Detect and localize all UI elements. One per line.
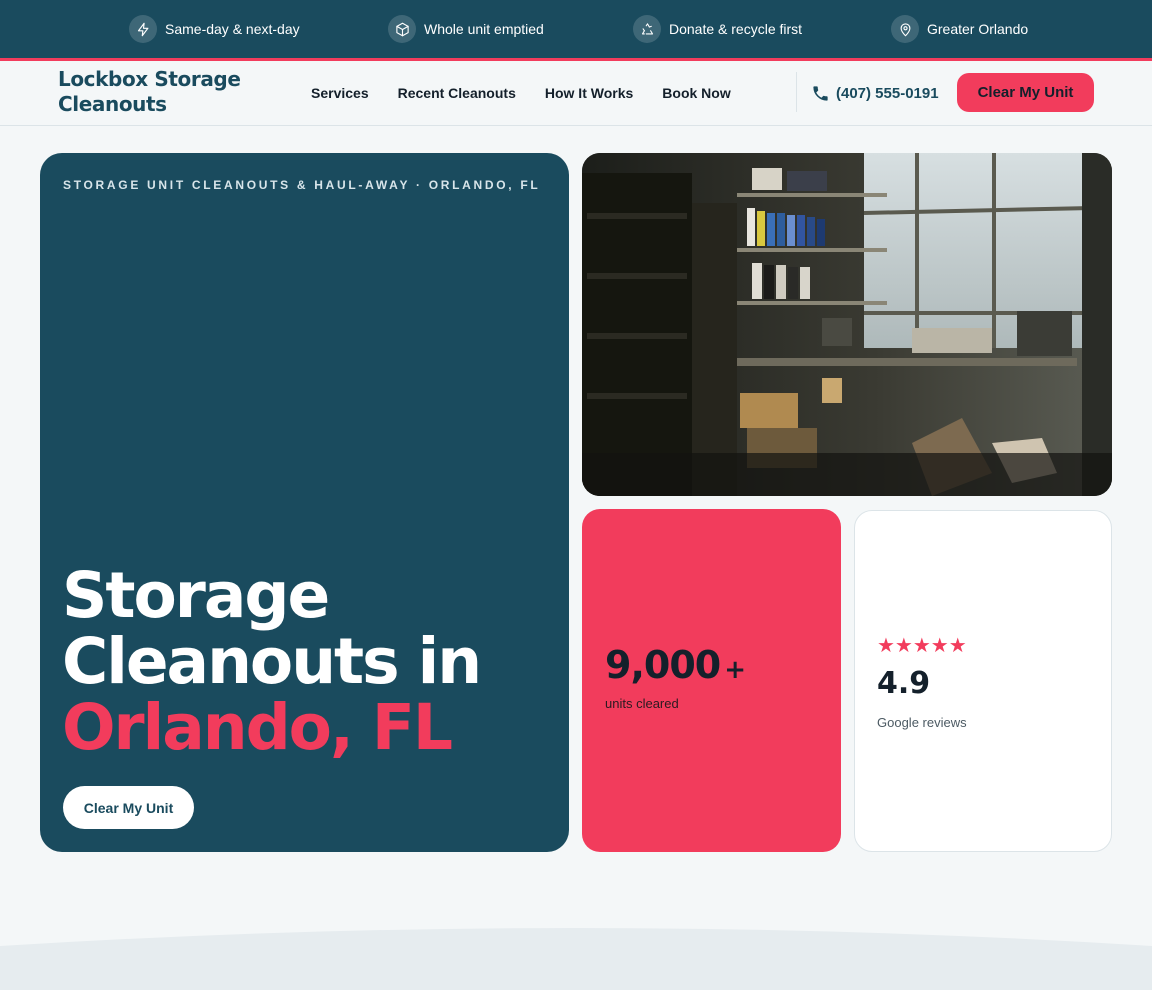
- recycle-icon: [633, 15, 661, 43]
- nav-link-book-now[interactable]: Book Now: [662, 85, 730, 101]
- phone-icon: [813, 85, 828, 101]
- topbar-label: Whole unit emptied: [424, 21, 544, 37]
- storage-unit-photo: [582, 153, 1112, 496]
- header-cta-button[interactable]: Clear My Unit: [957, 73, 1094, 112]
- brand-name-line1: Lockbox Storage: [58, 67, 241, 91]
- nav-link-how-it-works[interactable]: How It Works: [545, 85, 633, 101]
- brand-name-line2: Cleanouts: [58, 92, 167, 116]
- topbar-item-donate: Donate & recycle first: [633, 14, 802, 44]
- topbar-item-whole-unit: Whole unit emptied: [388, 14, 544, 44]
- section-divider-wave: [0, 920, 1152, 990]
- headline-accent: Orlando, FL: [62, 691, 453, 764]
- header-divider: [796, 72, 797, 112]
- hero-cta-button[interactable]: Clear My Unit: [63, 786, 194, 829]
- rating-value: 4.9: [877, 666, 931, 701]
- rating-label: Google reviews: [877, 715, 967, 730]
- headline-line1: Storage: [62, 559, 330, 632]
- hero-headline: Storage Cleanouts in Orlando, FL: [62, 559, 482, 764]
- google-reviews-stat-card: ★★★★★ 4.9 Google reviews: [854, 510, 1112, 852]
- topbar-label: Donate & recycle first: [669, 21, 803, 37]
- units-cleared-suffix: +: [724, 655, 746, 685]
- nav-link-recent-cleanouts[interactable]: Recent Cleanouts: [398, 85, 516, 101]
- headline-line2: Cleanouts in: [62, 625, 482, 698]
- map-pin-icon: [891, 15, 919, 43]
- topbar-item-same-day: Same-day & next-day: [129, 14, 300, 44]
- hero-eyebrow: STORAGE UNIT CLEANOUTS & HAUL-AWAY · ORL…: [63, 178, 541, 192]
- lightning-icon: [129, 15, 157, 43]
- topbar-label: Greater Orlando: [927, 21, 1029, 37]
- topbar-label: Same-day & next-day: [165, 21, 300, 37]
- brand-logo[interactable]: Lockbox Storage Cleanouts: [58, 67, 278, 117]
- topbar-item-location: Greater Orlando: [891, 14, 1028, 44]
- units-cleared-value: 9,000 +: [605, 643, 746, 687]
- site-header: Lockbox Storage Cleanouts Services Recen…: [0, 61, 1152, 126]
- phone-link[interactable]: (407) 555-0191: [811, 61, 939, 125]
- main-nav: Services Recent Cleanouts How It Works B…: [311, 61, 731, 125]
- phone-number: (407) 555-0191: [836, 84, 939, 102]
- nav-link-services[interactable]: Services: [311, 85, 369, 101]
- units-cleared-stat-card: 9,000 + units cleared: [582, 509, 841, 852]
- units-cleared-label: units cleared: [605, 696, 679, 711]
- hero-card: STORAGE UNIT CLEANOUTS & HAUL-AWAY · ORL…: [40, 153, 569, 852]
- box-icon: [388, 15, 416, 43]
- star-rating-icon: ★★★★★: [877, 635, 967, 657]
- top-info-bar: Same-day & next-day Whole unit emptied D…: [0, 0, 1152, 58]
- units-cleared-number: 9,000: [605, 643, 721, 687]
